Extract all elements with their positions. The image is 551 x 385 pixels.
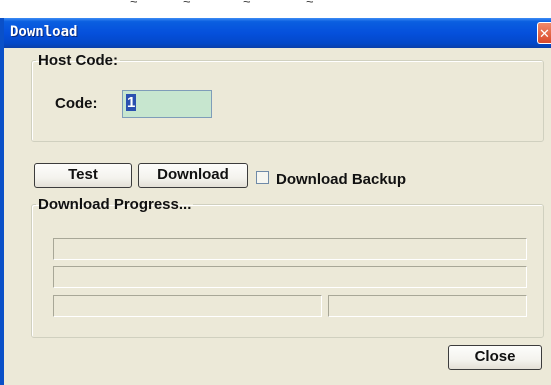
- host-code-group-label: Host Code:: [38, 52, 118, 69]
- progress-bar-1: [53, 238, 527, 260]
- test-button[interactable]: Test: [34, 163, 132, 188]
- progress-bar-2: [53, 266, 527, 288]
- code-input[interactable]: 1: [122, 90, 212, 118]
- download-button[interactable]: Download: [138, 163, 248, 188]
- window-title: Download: [10, 24, 78, 40]
- download-backup-checkbox[interactable]: [256, 171, 269, 184]
- code-label: Code:: [55, 95, 98, 112]
- code-value: 1: [126, 94, 137, 111]
- download-progress-group-label: Download Progress...: [38, 196, 192, 213]
- title-bar[interactable]: Download ✕: [4, 18, 551, 48]
- download-backup-label[interactable]: Download Backup: [276, 171, 406, 188]
- close-icon[interactable]: ✕: [537, 22, 551, 44]
- host-code-group: Host Code:: [31, 52, 544, 142]
- close-button[interactable]: Close: [448, 345, 542, 370]
- status-pane-left: [53, 295, 322, 317]
- status-pane-right: [328, 295, 527, 317]
